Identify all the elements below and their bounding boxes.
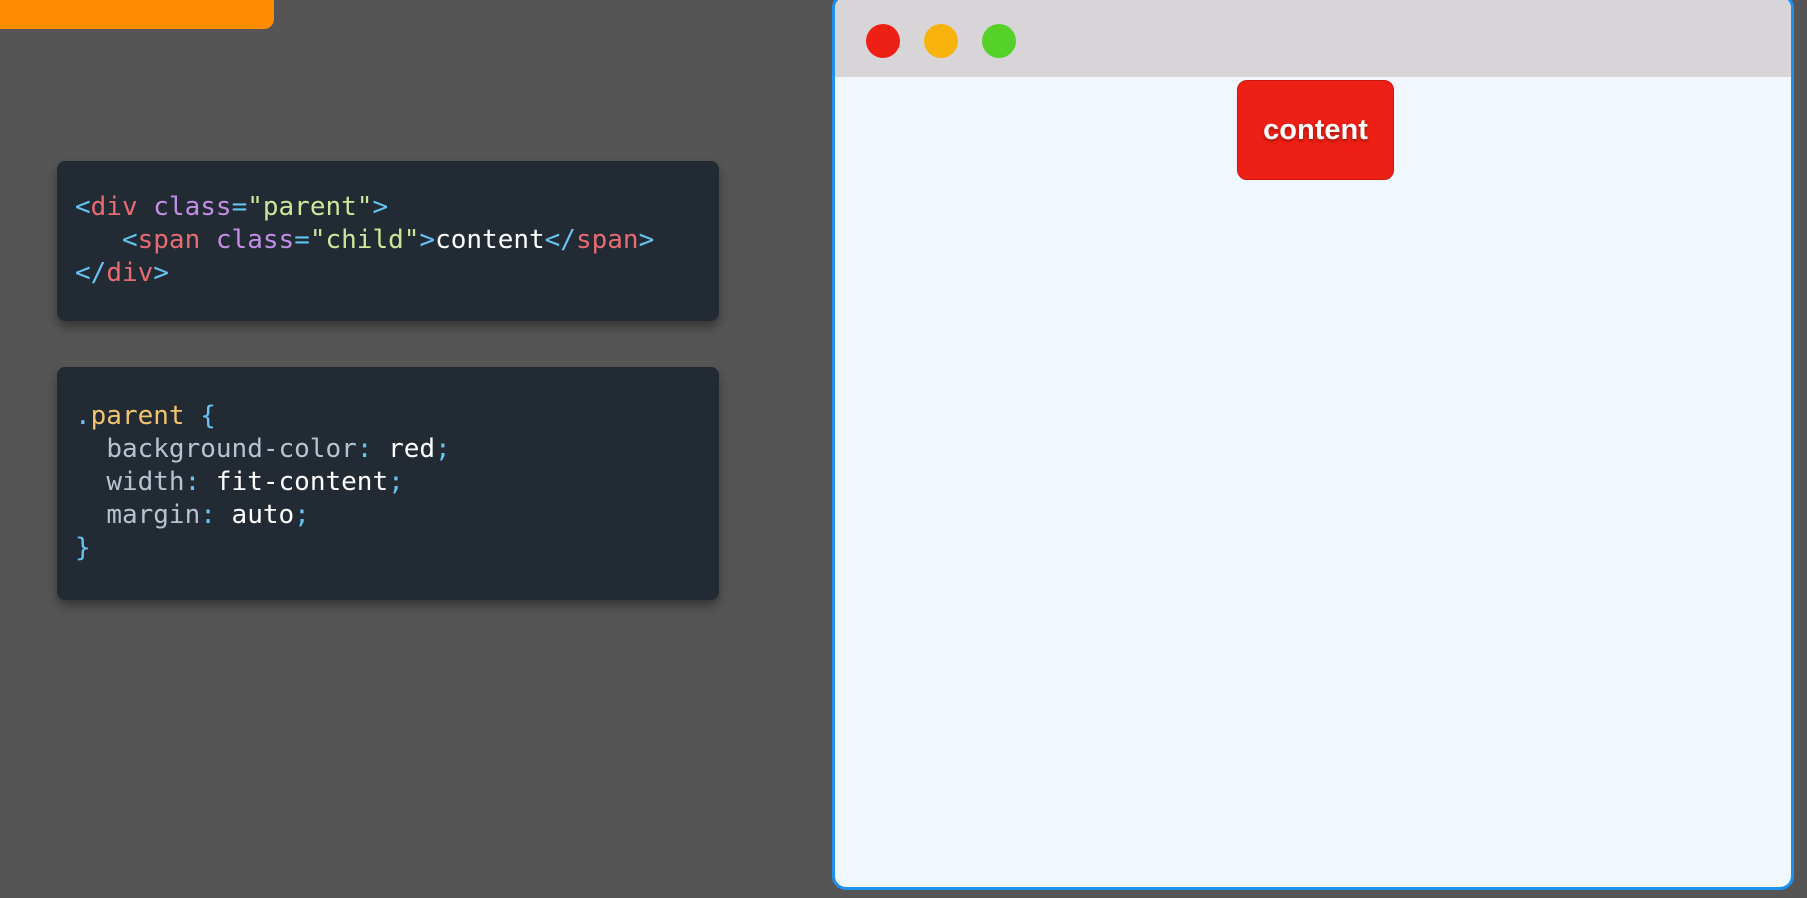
browser-preview-window: content	[832, 0, 1794, 890]
css-colon: :	[184, 467, 201, 497]
css-declaration: width: fit-content;	[75, 466, 701, 499]
css-open-brace: {	[200, 401, 216, 431]
html-bracket: <	[75, 192, 91, 222]
css-property: margin	[106, 500, 201, 530]
html-bracket: >	[419, 225, 436, 255]
minimize-window-button[interactable]	[924, 24, 958, 58]
css-property: width	[106, 467, 185, 497]
html-attribute-value: "parent"	[247, 192, 373, 222]
close-window-button[interactable]	[866, 24, 900, 58]
css-property: background-color	[106, 434, 357, 464]
html-bracket: >	[372, 192, 389, 222]
html-code-block: <div class="parent"> <span class="child"…	[57, 161, 719, 321]
html-bracket: </	[75, 258, 107, 288]
css-semicolon: ;	[388, 467, 404, 497]
css-close-brace: }	[75, 533, 91, 563]
html-attribute: class	[153, 192, 232, 222]
html-bracket: >	[638, 225, 655, 255]
css-selector-line: .parent {	[75, 400, 701, 433]
html-text-content: content	[435, 225, 545, 255]
css-semicolon: ;	[294, 500, 310, 530]
child-content-box: content	[1237, 80, 1394, 180]
html-code-line-1: <div class="parent">	[75, 191, 701, 224]
child-content-text: content	[1263, 113, 1368, 146]
window-titlebar	[835, 0, 1791, 77]
html-code-line-3: </div>	[75, 257, 701, 290]
css-declaration: background-color: red;	[75, 433, 701, 466]
html-code-line-2: <span class="child">content</span>	[75, 224, 701, 257]
css-semicolon: ;	[435, 434, 451, 464]
css-code-block: .parent { background-color: red; width: …	[57, 367, 719, 600]
css-value: auto	[231, 500, 295, 530]
html-equals: =	[231, 192, 248, 222]
css-value: red	[388, 434, 436, 464]
css-colon: :	[200, 500, 216, 530]
html-equals: =	[294, 225, 310, 255]
css-declaration: margin: auto;	[75, 499, 701, 532]
html-attribute: class	[215, 225, 295, 255]
html-tag: span	[575, 225, 639, 255]
html-bracket: <	[121, 225, 138, 255]
css-value: fit-content	[215, 467, 389, 497]
orange-corner-tab	[0, 0, 274, 29]
maximize-window-button[interactable]	[982, 24, 1016, 58]
html-bracket: >	[153, 258, 169, 288]
html-tag: div	[106, 258, 154, 288]
css-selector-dot: .	[75, 401, 91, 431]
browser-viewport: content	[835, 77, 1791, 887]
html-attribute-value: "child"	[309, 225, 420, 255]
html-tag: div	[90, 192, 138, 222]
css-close-line: }	[75, 532, 701, 565]
css-selector: parent	[90, 401, 185, 431]
html-tag: span	[137, 225, 201, 255]
css-colon: :	[356, 434, 373, 464]
html-bracket: </	[544, 225, 576, 255]
